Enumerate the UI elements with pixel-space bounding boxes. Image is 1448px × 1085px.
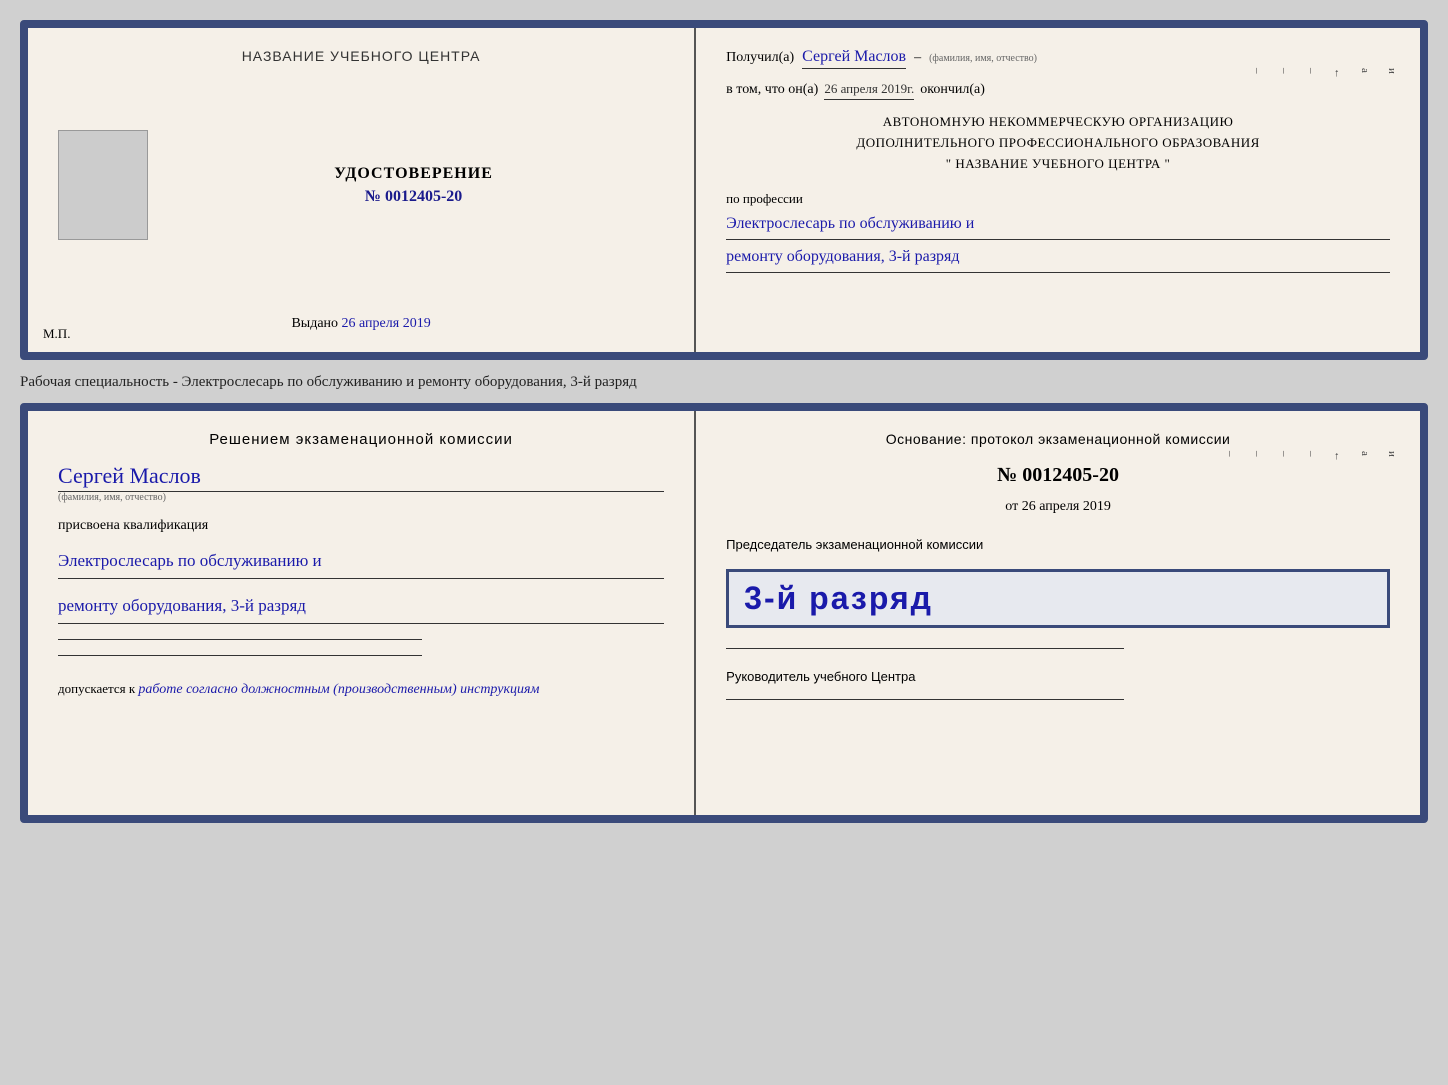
signature-line-1: [58, 639, 422, 640]
profession-line1: Электрослесарь по обслуживанию и: [726, 210, 1390, 240]
cert-middle-section: УДОСТОВЕРЕНИЕ № 0012405-20: [58, 130, 664, 240]
fio-subtitle-bottom: (фамилия, имя, отчество): [58, 492, 664, 503]
completed-label: окончил(а): [920, 82, 985, 98]
cert-number-label: №: [365, 188, 381, 205]
profession-line2: ремонту оборудования, 3-й разряд: [726, 243, 1390, 273]
in-that-label: в том, что он(а): [726, 82, 818, 98]
protocol-number-value: 0012405-20: [1022, 464, 1119, 486]
received-label: Получил(а): [726, 50, 794, 66]
cert-number: № 0012405-20: [163, 188, 664, 206]
person-name: Сергей Маслов: [58, 463, 664, 492]
completed-date: 26 апреля 2019г.: [824, 81, 914, 100]
top-certificate: НАЗВАНИЕ УЧЕБНОГО ЦЕНТРА УДОСТОВЕРЕНИЕ №…: [20, 20, 1428, 360]
issued-label: Выдано: [291, 316, 338, 331]
cert-bottom-right: Основание: протокол экзаменационной коми…: [696, 411, 1420, 815]
protocol-date: от 26 апреля 2019: [726, 499, 1390, 515]
org-name-quoted: " НАЗВАНИЕ УЧЕБНОГО ЦЕНТРА ": [726, 154, 1390, 175]
protocol-number: № 0012405-20: [726, 464, 1390, 487]
cert-number-value: 0012405-20: [385, 188, 462, 205]
stamp-text: 3-й разряд: [744, 580, 1372, 617]
document-container: НАЗВАНИЕ УЧЕБНОГО ЦЕНТРА УДОСТОВЕРЕНИЕ №…: [20, 20, 1428, 823]
recipient-name: Сергей Маслов: [802, 48, 906, 69]
allowed-prefix: допускается к: [58, 681, 135, 696]
cert-bottom-left: Решением экзаменационной комиссии Сергей…: [28, 411, 696, 815]
number-prefix: №: [997, 464, 1017, 486]
right-edge-bottom: и а ← – – – –: [1224, 451, 1398, 462]
separator-label: Рабочая специальность - Электрослесарь п…: [20, 368, 1428, 395]
cert-left-panel: НАЗВАНИЕ УЧЕБНОГО ЦЕНТРА УДОСТОВЕРЕНИЕ №…: [28, 28, 696, 352]
photo-placeholder: [58, 130, 148, 240]
date-line: в том, что он(а) 26 апреля 2019г. окончи…: [726, 81, 1390, 100]
stamp-box: 3-й разряд: [726, 569, 1390, 628]
chairman-label: Председатель экзаменационной комиссии: [726, 537, 1390, 552]
date-prefix: от: [1005, 499, 1018, 514]
mp-label: М.П.: [43, 326, 70, 342]
person-section: Сергей Маслов (фамилия, имя, отчество): [58, 458, 664, 503]
org-line1: АВТОНОМНУЮ НЕКОММЕРЧЕСКУЮ ОРГАНИЗАЦИЮ: [726, 112, 1390, 133]
director-label: Руководитель учебного Центра: [726, 669, 1390, 684]
cert-issued: Выдано 26 апреля 2019: [291, 316, 430, 332]
bottom-certificate: Решением экзаменационной комиссии Сергей…: [20, 403, 1428, 823]
org-line2: ДОПОЛНИТЕЛЬНОГО ПРОФЕССИОНАЛЬНОГО ОБРАЗО…: [726, 133, 1390, 154]
chairman-sig-line: [726, 648, 1124, 649]
received-line: Получил(а) Сергей Маслов – (фамилия, имя…: [726, 48, 1390, 69]
qualification-label: присвоена квалификация: [58, 518, 664, 534]
protocol-date-value: 26 апреля 2019: [1022, 499, 1111, 514]
basis-label: Основание: протокол экзаменационной коми…: [726, 431, 1390, 447]
allowed-label: допускается к работе согласно должностны…: [58, 681, 664, 698]
cert-right-panel: Получил(а) Сергей Маслов – (фамилия, имя…: [696, 28, 1420, 352]
cert-title: УДОСТОВЕРЕНИЕ: [163, 165, 664, 183]
fio-dash: –: [914, 50, 921, 66]
qualification-line2: ремонту оборудования, 3-й разряд: [58, 589, 664, 624]
issued-date: 26 апреля 2019: [342, 316, 431, 331]
org-block: АВТОНОМНУЮ НЕКОММЕРЧЕСКУЮ ОРГАНИЗАЦИЮ ДО…: [726, 112, 1390, 174]
cert-info: УДОСТОВЕРЕНИЕ № 0012405-20: [163, 165, 664, 206]
profession-label: по профессии: [726, 191, 1390, 207]
top-org-name: НАЗВАНИЕ УЧЕБНОГО ЦЕНТРА: [242, 48, 481, 64]
decision-title: Решением экзаменационной комиссии: [58, 431, 664, 448]
director-sig-line: [726, 699, 1124, 700]
fio-subtitle-top: (фамилия, имя, отчество): [929, 53, 1037, 64]
signature-line-2: [58, 655, 422, 656]
profession-section: по профессии Электрослесарь по обслужива…: [726, 186, 1390, 273]
right-edge-top: и а ← – – –: [1251, 68, 1398, 79]
allowed-text: работе согласно должностным (производств…: [138, 682, 539, 697]
qualification-line1: Электрослесарь по обслуживанию и: [58, 544, 664, 579]
